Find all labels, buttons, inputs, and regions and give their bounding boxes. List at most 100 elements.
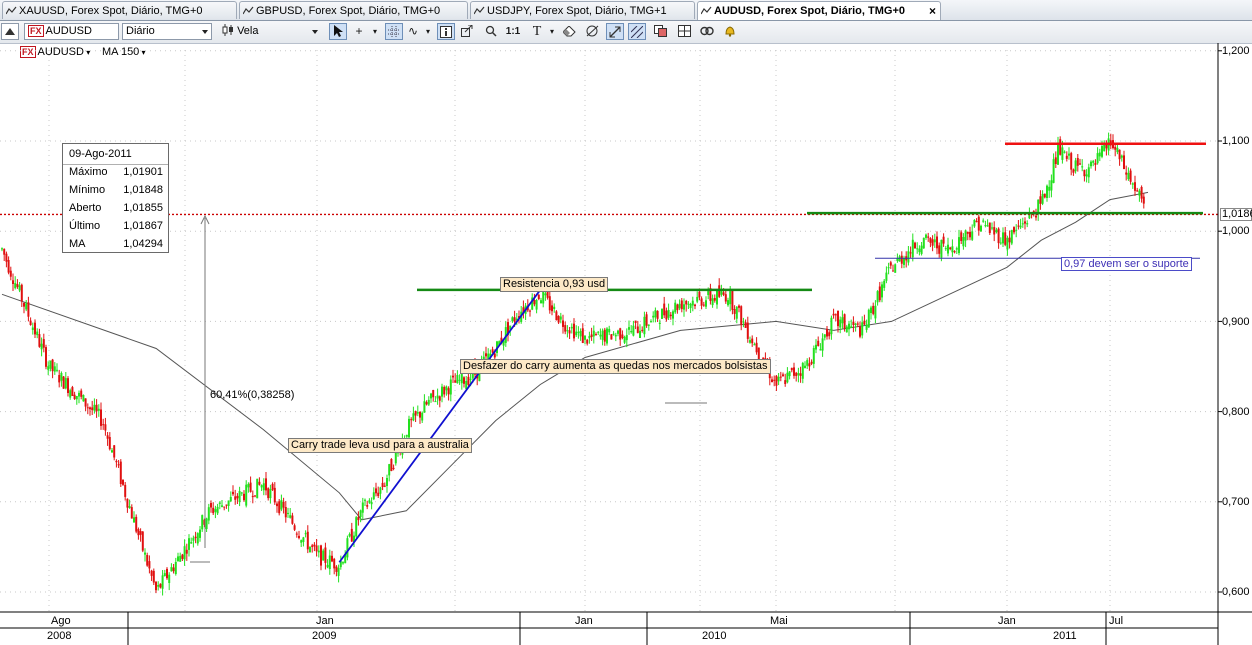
candle-body bbox=[196, 533, 199, 544]
pattern-icon[interactable] bbox=[628, 23, 646, 40]
candle-body bbox=[168, 574, 171, 583]
candle-body bbox=[95, 404, 98, 412]
zoom-icon[interactable] bbox=[482, 23, 500, 40]
candle-body bbox=[251, 495, 254, 498]
data-window-icon[interactable] bbox=[458, 23, 476, 40]
candle-body bbox=[641, 329, 644, 331]
grid-icon[interactable] bbox=[385, 23, 403, 40]
candle-body bbox=[86, 407, 89, 409]
candle-body bbox=[346, 538, 349, 558]
candle-body bbox=[276, 503, 278, 507]
candle-body bbox=[408, 418, 410, 438]
price-chart[interactable] bbox=[0, 43, 1252, 645]
tab-audusd[interactable]: AUDUSD, Forex Spot, Diário, TMG+0 × bbox=[697, 1, 941, 20]
info-icon[interactable] bbox=[437, 23, 455, 40]
candle-body bbox=[190, 542, 193, 544]
tab-xauusd[interactable]: XAUUSD, Forex Spot, Diário, TMG+0 bbox=[2, 1, 237, 19]
chart-type-select[interactable]: Vela bbox=[218, 23, 322, 40]
close-icon[interactable]: × bbox=[929, 2, 936, 20]
chevron-down-icon bbox=[312, 30, 318, 34]
period-select[interactable]: Diário bbox=[122, 23, 212, 40]
candle-body bbox=[966, 231, 969, 234]
candle-body bbox=[988, 222, 991, 233]
infobox-value: 1,04294 bbox=[123, 238, 163, 250]
candle-body bbox=[73, 394, 76, 400]
resistance-annotation[interactable]: Resistencia 0,93 usd bbox=[500, 277, 609, 292]
candle-body bbox=[806, 360, 809, 366]
chevron-down-icon[interactable]: ▾ bbox=[419, 23, 437, 40]
candle-body bbox=[1002, 232, 1004, 244]
candle-body bbox=[920, 245, 923, 254]
candle-body bbox=[20, 284, 23, 302]
candle-body bbox=[163, 573, 166, 576]
candle-body bbox=[938, 245, 941, 254]
candle-body bbox=[1083, 169, 1086, 177]
price-axis-label: 0,800 bbox=[1222, 406, 1250, 418]
candle-body bbox=[247, 484, 250, 488]
candle-body bbox=[313, 544, 316, 547]
layout-icon[interactable] bbox=[675, 23, 693, 40]
candle-body bbox=[25, 303, 28, 310]
candle-body bbox=[658, 322, 661, 324]
tab-usdjpy[interactable]: USDJPY, Forex Spot, Diário, TMG+1 bbox=[470, 1, 695, 19]
candle-body bbox=[421, 412, 424, 421]
template-icon[interactable] bbox=[651, 23, 669, 40]
candle-body bbox=[1131, 183, 1134, 185]
ma-150-line bbox=[1, 191, 1149, 521]
tab-gbpusd[interactable]: GBPUSD, Forex Spot, Diário, TMG+0 bbox=[239, 1, 468, 19]
candle-body bbox=[49, 360, 52, 369]
candle-body bbox=[680, 300, 683, 310]
candle-body bbox=[852, 321, 855, 325]
candle-body bbox=[511, 317, 514, 322]
drawing-tools-icon[interactable] bbox=[583, 23, 601, 40]
candle-body bbox=[130, 507, 133, 519]
symbol-select[interactable]: FX AUDUSD bbox=[24, 23, 119, 40]
candle-body bbox=[298, 535, 300, 539]
candle-body bbox=[1090, 161, 1092, 167]
alert-icon[interactable] bbox=[721, 23, 739, 40]
candle-body bbox=[119, 461, 122, 484]
candle-body bbox=[960, 232, 963, 241]
candle-body bbox=[199, 529, 201, 538]
tab-label: USDJPY, Forex Spot, Diário, TMG+1 bbox=[487, 5, 667, 17]
cursor-icon[interactable] bbox=[329, 23, 347, 40]
candle-body bbox=[870, 307, 872, 313]
candle-body bbox=[1092, 160, 1095, 163]
one-to-one-icon[interactable]: 1:1 bbox=[504, 23, 522, 40]
candle-body bbox=[925, 234, 927, 238]
candle-body bbox=[245, 484, 248, 506]
candle-body bbox=[133, 517, 135, 523]
candle-body bbox=[84, 398, 87, 407]
candle-body bbox=[469, 378, 472, 380]
chart-tab-icon bbox=[474, 6, 485, 15]
candle-body bbox=[342, 562, 344, 564]
candle-body bbox=[38, 334, 41, 347]
candle-body bbox=[742, 321, 745, 323]
candle-body bbox=[1096, 153, 1099, 164]
link-icon[interactable] bbox=[698, 23, 716, 40]
candle-body bbox=[757, 347, 760, 360]
candle-body bbox=[1063, 151, 1066, 153]
carry-unwind-annotation[interactable]: Desfazer do carry aumenta as quedas nos … bbox=[460, 359, 771, 374]
candle-body bbox=[36, 331, 39, 336]
candle-body bbox=[573, 323, 575, 339]
candle-body bbox=[636, 326, 639, 333]
carry-trade-annotation[interactable]: Carry trade leva usd para a australia bbox=[288, 438, 472, 453]
chevron-down-icon[interactable]: ▾ bbox=[543, 23, 561, 40]
candle-body bbox=[755, 342, 758, 353]
collapse-up-icon[interactable] bbox=[1, 23, 19, 40]
eraser-icon[interactable] bbox=[560, 23, 578, 40]
candle-body bbox=[412, 413, 415, 421]
candle-body bbox=[201, 515, 204, 530]
chevron-down-icon[interactable]: ▾ bbox=[366, 23, 384, 40]
candle-body bbox=[592, 330, 595, 337]
candle-body bbox=[434, 401, 437, 403]
candle-body bbox=[280, 500, 283, 510]
candle-body bbox=[856, 323, 859, 325]
candle-body bbox=[1004, 232, 1007, 245]
candle-body bbox=[850, 326, 853, 328]
support-annotation[interactable]: 0,97 devem ser o suporte bbox=[1061, 257, 1192, 271]
auto-scale-icon[interactable] bbox=[606, 23, 624, 40]
candle-body bbox=[911, 239, 914, 258]
axes bbox=[0, 43, 1252, 645]
